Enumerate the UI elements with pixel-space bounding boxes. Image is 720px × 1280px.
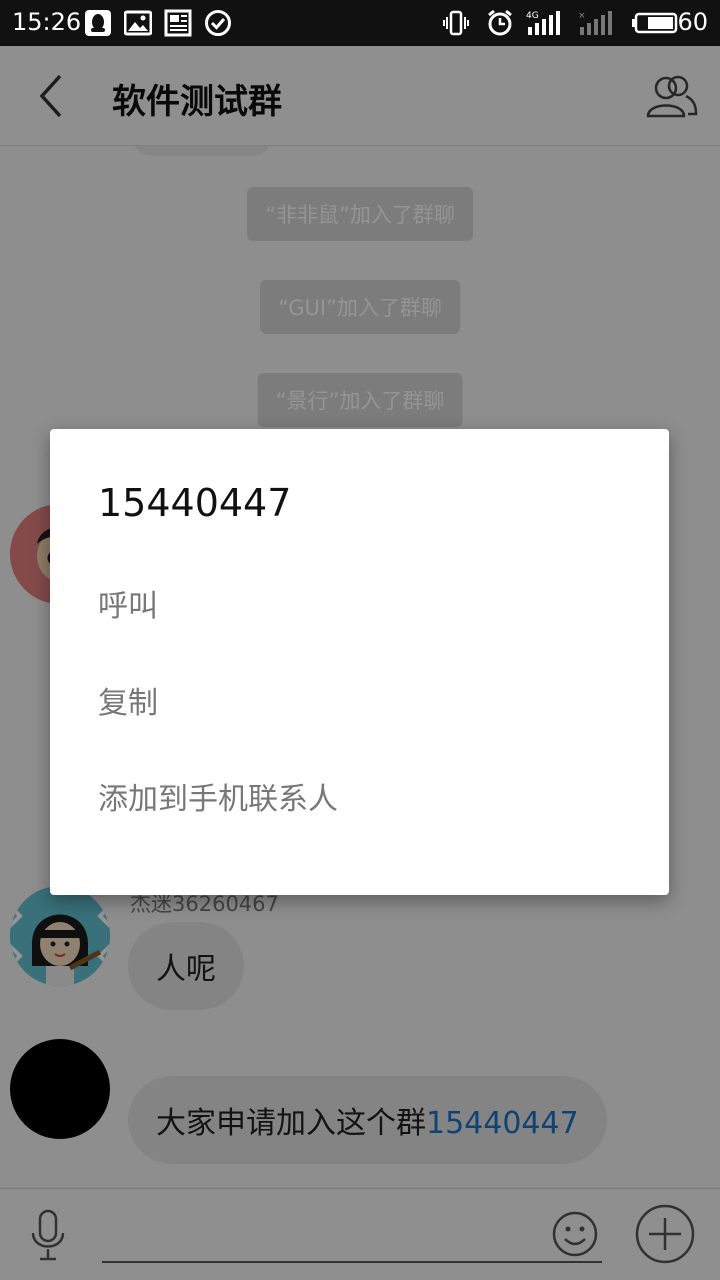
status-bar: 15:26 4G × 60 xyxy=(0,0,720,46)
signal-weak-icon: × xyxy=(578,11,612,35)
svg-text:4G: 4G xyxy=(526,11,539,21)
add-contact-option[interactable]: 添加到手机联系人 xyxy=(98,770,638,830)
status-time: 15:26 xyxy=(12,8,82,36)
signal-4g-icon: 4G xyxy=(526,11,560,35)
copy-option[interactable]: 复制 xyxy=(98,674,638,734)
phone-number-dialog: 15440447 呼叫 复制 添加到手机联系人 xyxy=(50,429,669,895)
battery-icon xyxy=(632,12,678,34)
image-icon xyxy=(124,10,152,36)
news-icon xyxy=(164,9,192,37)
qq-icon xyxy=(85,10,111,36)
battery-level: 60 xyxy=(677,8,708,36)
svg-text:×: × xyxy=(578,11,586,21)
vibrate-icon xyxy=(443,10,469,36)
alarm-icon xyxy=(488,9,512,36)
call-option[interactable]: 呼叫 xyxy=(98,577,638,637)
check-circle-icon xyxy=(205,10,231,36)
dialog-title: 15440447 xyxy=(98,481,292,525)
